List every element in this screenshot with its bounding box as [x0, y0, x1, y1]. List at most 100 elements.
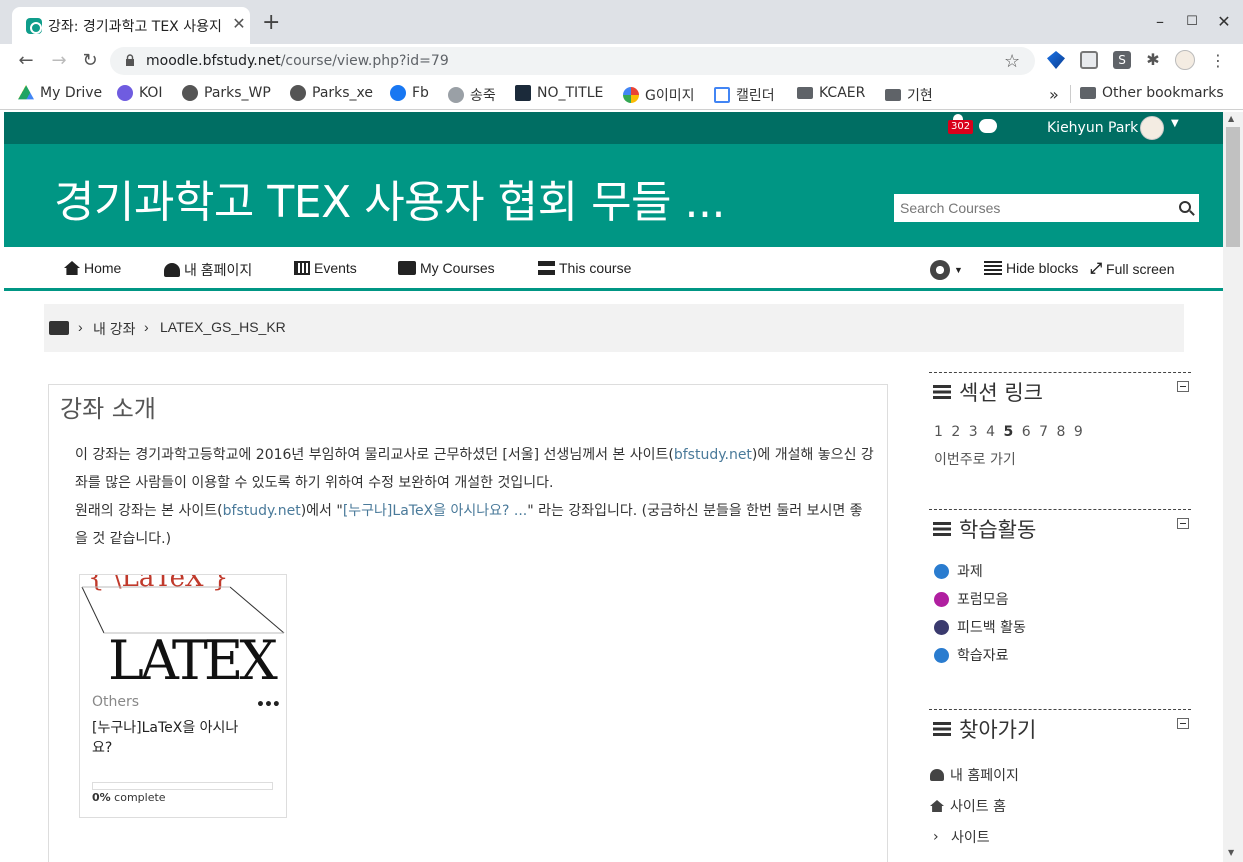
back-button[interactable]: ← [14, 50, 38, 72]
messages-icon[interactable] [979, 119, 997, 133]
bookmark-label: NO_TITLE [537, 85, 604, 101]
nav-events[interactable]: Events [294, 260, 357, 276]
new-tab-button[interactable]: + [262, 12, 280, 34]
site-title[interactable]: 경기과학고 TEX 사용자 협회 무들 ... [54, 166, 725, 230]
user-name[interactable]: Kiehyun Park [1047, 120, 1138, 136]
folder-open-icon[interactable] [49, 321, 69, 335]
section-link-3[interactable]: 3 [969, 424, 980, 440]
nav-block-dashboard[interactable]: 내 홈페이지 [930, 765, 1019, 785]
collapse-icon[interactable] [1177, 518, 1189, 529]
hide-blocks-icon [984, 261, 1002, 275]
home-icon [64, 261, 80, 275]
scrollbar-thumb[interactable] [1226, 127, 1240, 247]
bookmark-no-title[interactable]: NO_TITLE [515, 85, 603, 101]
tab-title: 강좌: 경기과학고 TEX 사용지 [48, 19, 222, 35]
url-text[interactable]: moodle.bfstudy.net/course/view.php?id=79 [146, 53, 449, 69]
bookmark-kcaer[interactable]: KCAER [797, 85, 865, 101]
hide-blocks-button[interactable]: Hide blocks [984, 260, 1078, 276]
section-link-7[interactable]: 7 [1039, 424, 1050, 440]
move-handle-icon[interactable] [933, 385, 951, 399]
activity-forum[interactable]: 포럼모음 [934, 589, 1009, 609]
scroll-up-icon[interactable]: ▲ [1228, 114, 1234, 123]
search-icon[interactable] [1179, 201, 1191, 213]
collapse-icon[interactable] [1177, 718, 1189, 729]
bookmark-label: 송죽 [470, 88, 496, 104]
minimize-button[interactable]: – [1150, 12, 1170, 32]
bookmark-my-drive[interactable]: My Drive [18, 85, 102, 101]
reload-button[interactable]: ↻ [78, 50, 102, 72]
nav-events-label: Events [314, 260, 357, 276]
extensions-puzzle-icon[interactable]: ✱ [1144, 51, 1162, 69]
scroll-down-icon[interactable]: ▼ [1228, 848, 1234, 857]
bookmark-kihyun[interactable]: 기현 [885, 85, 933, 105]
nav-block-site[interactable]: › 사이트 [933, 827, 990, 847]
section-link-1[interactable]: 1 [934, 424, 945, 440]
move-handle-icon[interactable] [933, 522, 951, 536]
hide-blocks-label: Hide blocks [1006, 260, 1079, 276]
section-link-8[interactable]: 8 [1056, 424, 1067, 440]
bfstudy-link[interactable]: bfstudy.net [674, 447, 752, 463]
activity-feedback[interactable]: 피드백 활동 [934, 617, 1026, 637]
close-window-button[interactable]: ✕ [1214, 12, 1234, 32]
course-card[interactable]: { \LaTeX } LATEX Others ••• [누구나]LaTeX을 … [79, 574, 287, 818]
section-link-5-current[interactable]: 5 [1004, 424, 1016, 440]
bookmark-fb[interactable]: Fb [390, 85, 429, 101]
course-name[interactable]: [누구나]LaTeX을 아시나요? [92, 718, 252, 758]
collapse-icon[interactable] [1177, 381, 1189, 392]
course-category: Others [92, 694, 140, 710]
user-menu-caret-icon[interactable]: ▼ [1171, 118, 1179, 129]
section-link-9[interactable]: 9 [1074, 424, 1085, 440]
extension-screen-icon[interactable] [1080, 51, 1098, 69]
profile-avatar-icon[interactable] [1175, 50, 1195, 70]
folder-icon [885, 89, 901, 101]
original-course-link[interactable]: [누구나]LaTeX을 아시나요? ... [343, 503, 527, 519]
address-bar[interactable]: moodle.bfstudy.net/course/view.php?id=79… [110, 47, 1035, 75]
search-input[interactable] [894, 194, 1174, 222]
extension-s-icon[interactable]: S [1113, 51, 1131, 69]
move-handle-icon[interactable] [933, 722, 951, 736]
nav-this-course[interactable]: This course [538, 260, 631, 276]
section-link-4[interactable]: 4 [986, 424, 997, 440]
breadcrumb-course[interactable]: LATEX_GS_HS_KR [160, 319, 286, 335]
breadcrumb-my-courses[interactable]: 내 강좌 [93, 319, 136, 339]
forward-button[interactable]: → [47, 50, 71, 72]
avatar[interactable] [1140, 116, 1164, 140]
block-title-text: 학습활동 [959, 518, 1037, 542]
tab-close-icon[interactable]: ✕ [230, 15, 248, 33]
calendar-icon [714, 87, 730, 103]
activity-resource[interactable]: 학습자료 [934, 645, 1009, 665]
course-image[interactable]: { \LaTeX } LATEX [80, 575, 286, 683]
progress-label: 0% complete [92, 791, 166, 804]
section-link-2[interactable]: 2 [951, 424, 962, 440]
nav-dashboard[interactable]: 내 홈페이지 [164, 260, 252, 280]
nav-block-site-home[interactable]: 사이트 홈 [930, 796, 1006, 816]
dashboard-icon [164, 263, 180, 277]
bfstudy-link[interactable]: bfstudy.net [223, 503, 301, 519]
bookmark-songjuk[interactable]: 송죽 [448, 85, 496, 105]
browser-tab[interactable]: 강좌: 경기과학고 TEX 사용지 ✕ [12, 7, 250, 44]
go-to-this-week-link[interactable]: 이번주로 가기 [934, 449, 1016, 469]
course-search [894, 194, 1199, 222]
maximize-button[interactable]: ☐ [1182, 12, 1202, 32]
bookmark-g-image[interactable]: G이미지 [623, 85, 695, 105]
bookmark-calendar[interactable]: 캘린더 [714, 85, 775, 105]
bookmark-parks-xe[interactable]: Parks_xe [290, 85, 373, 101]
browser-menu-icon[interactable]: ⋮ [1206, 50, 1230, 72]
bookmark-star-icon[interactable]: ☆ [1004, 51, 1020, 72]
page-scrollbar[interactable]: ▲ ▼ [1223, 112, 1243, 862]
block-title: 학습활동 [933, 514, 1036, 544]
activity-assignment[interactable]: 과제 [934, 561, 983, 581]
bookmarks-divider [1070, 85, 1071, 103]
notification-count-badge[interactable]: 302 [948, 120, 974, 134]
bookmark-parks-wp[interactable]: Parks_WP [182, 85, 271, 101]
full-screen-button[interactable]: ⤢ Full screen [1090, 260, 1174, 277]
other-bookmarks[interactable]: Other bookmarks [1080, 85, 1224, 101]
nav-my-courses[interactable]: My Courses [398, 260, 495, 276]
extension-graduation-icon[interactable] [1047, 51, 1065, 69]
bookmark-koi[interactable]: KOI [117, 85, 163, 101]
nav-home[interactable]: Home [64, 260, 121, 276]
more-actions-icon[interactable]: ••• [256, 697, 281, 713]
bookmarks-overflow-button[interactable]: » [1049, 85, 1059, 104]
settings-menu[interactable]: ▼ [930, 260, 963, 280]
section-link-6[interactable]: 6 [1022, 424, 1033, 440]
